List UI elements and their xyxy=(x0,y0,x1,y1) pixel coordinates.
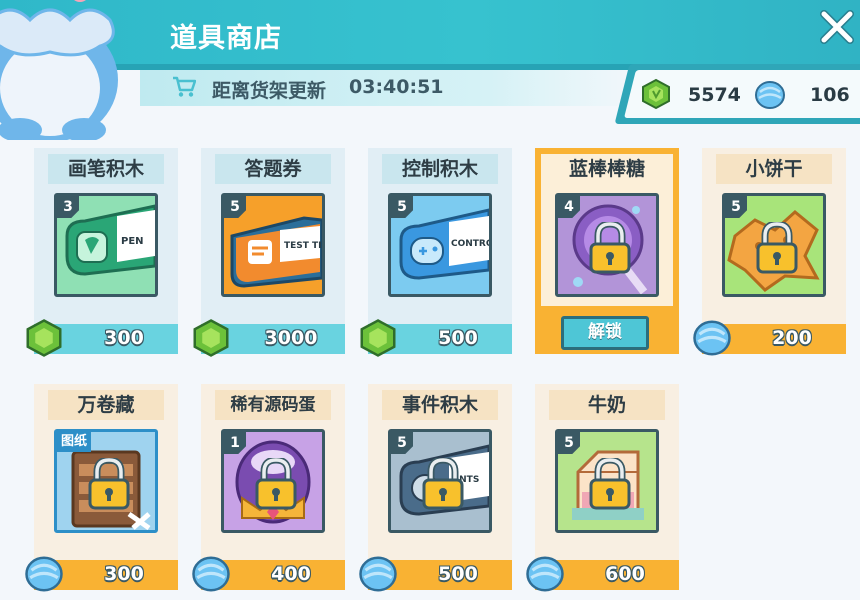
gem-icon xyxy=(193,319,229,357)
price-bar: 3000 xyxy=(193,319,345,357)
item-name: 画笔积木 xyxy=(48,154,164,184)
item-name: 牛奶 xyxy=(549,390,665,420)
item-art-text: PEN xyxy=(121,236,144,247)
gem-balance: 5574 xyxy=(688,84,741,106)
item-image: 5 CONTRO xyxy=(388,193,492,297)
unlock-button[interactable]: 解锁 xyxy=(561,316,649,350)
price-bar: 600 xyxy=(526,556,679,592)
refresh-label: 距离货架更新 xyxy=(212,80,327,102)
candy-icon xyxy=(359,556,397,592)
shop-item-card[interactable]: 小饼干 5 200 xyxy=(693,148,846,356)
blueprint-tag: 图纸 xyxy=(57,432,92,452)
item-name: 控制积木 xyxy=(382,154,498,184)
gem-icon xyxy=(360,319,396,357)
lock-icon xyxy=(589,222,631,274)
price-value: 3000 xyxy=(264,327,318,349)
price-bar: 200 xyxy=(693,320,846,356)
price-bar: 300 xyxy=(26,319,178,357)
price-value: 500 xyxy=(438,327,478,349)
candy-icon xyxy=(693,320,731,356)
item-art-text: CONTRO xyxy=(451,239,489,249)
item-image: 1 xyxy=(221,429,325,533)
candy-icon xyxy=(526,556,564,592)
shopping-cart-icon xyxy=(173,76,196,97)
item-image: 图纸 xyxy=(54,429,158,533)
item-name: 稀有源码蛋 xyxy=(215,390,331,420)
item-image: 3 PEN xyxy=(54,193,158,297)
gem-icon xyxy=(26,319,62,357)
mascot-avatar xyxy=(0,0,118,140)
lock-icon xyxy=(422,458,464,510)
price-bar: 300 xyxy=(25,556,178,592)
candy-icon xyxy=(25,556,63,592)
item-name: 蓝棒棒糖 xyxy=(541,154,673,184)
price-value: 600 xyxy=(605,563,645,585)
price-value: 500 xyxy=(438,563,478,585)
refresh-countdown: 03:40:51 xyxy=(349,76,444,98)
item-image: 5 ENTS xyxy=(388,429,492,533)
lock-icon xyxy=(255,458,297,510)
item-image: 4 xyxy=(555,193,659,297)
lock-icon xyxy=(589,458,631,510)
candy-balance: 106 xyxy=(810,84,850,106)
item-name: 小饼干 xyxy=(716,154,832,184)
shop-item-card[interactable]: 稀有源码蛋 1 400 xyxy=(192,384,345,592)
shop-item-card[interactable]: 答题券 5 TEST TI 3000 xyxy=(193,148,345,357)
item-name: 答题券 xyxy=(215,154,331,184)
gem-icon xyxy=(642,78,670,110)
page-title: 道具商店 xyxy=(170,23,282,54)
price-bar: 500 xyxy=(359,556,512,592)
shop-item-card[interactable]: 控制积木 5 CONTRO 500 xyxy=(360,148,512,357)
price-value: 400 xyxy=(271,563,311,585)
lock-icon xyxy=(88,458,130,510)
price-bar: 500 xyxy=(360,319,512,357)
price-bar: 400 xyxy=(192,556,345,592)
candy-icon xyxy=(192,556,230,592)
item-image: 5 xyxy=(555,429,659,533)
item-art-text: TEST TI xyxy=(284,241,322,251)
shop-item-card[interactable]: 万卷藏 图纸 300 xyxy=(25,384,178,592)
shop-item-card[interactable]: 牛奶 5 600 xyxy=(526,384,679,592)
price-value: 200 xyxy=(772,327,812,349)
candy-icon xyxy=(755,81,785,109)
price-value: 300 xyxy=(104,327,144,349)
item-name: 事件积木 xyxy=(382,390,498,420)
lock-icon xyxy=(756,222,798,274)
close-icon[interactable] xyxy=(818,8,856,46)
price-value: 300 xyxy=(104,563,144,585)
item-image: 5 xyxy=(722,193,826,297)
item-name: 万卷藏 xyxy=(48,390,164,420)
shop-item-card[interactable]: 画笔积木 3 PEN 300 xyxy=(26,148,178,357)
item-image: 5 TEST TI xyxy=(221,193,325,297)
shop-item-card[interactable]: 事件积木 5 ENTS 500 xyxy=(359,384,512,592)
shop-item-card-selected[interactable]: 蓝棒棒糖 4 解锁 xyxy=(535,148,679,354)
